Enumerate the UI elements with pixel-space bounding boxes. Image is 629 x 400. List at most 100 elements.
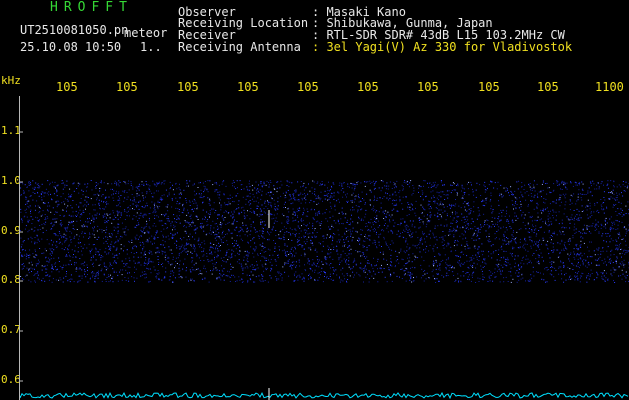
noise-speck	[213, 265, 215, 267]
noise-speck	[302, 214, 304, 216]
noise-speck	[578, 217, 580, 219]
noise-speck	[73, 182, 75, 184]
noise-speck	[395, 250, 397, 252]
noise-speck	[202, 182, 204, 184]
noise-speck	[84, 261, 86, 263]
noise-speck	[514, 215, 516, 217]
noise-speck	[541, 196, 542, 198]
noise-speck	[188, 280, 189, 282]
noise-speck	[590, 225, 592, 227]
noise-speck	[386, 197, 388, 199]
noise-speck	[73, 190, 75, 192]
noise-speck	[480, 265, 482, 267]
noise-speck	[391, 231, 393, 232]
noise-speck	[171, 253, 173, 254]
noise-speck	[55, 246, 57, 248]
noise-speck	[298, 194, 300, 196]
noise-speck	[481, 270, 483, 272]
noise-speck	[313, 263, 315, 265]
noise-speck	[125, 264, 127, 266]
noise-speck	[432, 190, 434, 192]
noise-speck	[311, 264, 313, 266]
noise-speck	[288, 259, 290, 260]
noise-speck	[274, 251, 276, 252]
noise-speck	[469, 264, 471, 266]
y-tick-label: 0.8	[1, 273, 21, 286]
noise-speck	[113, 190, 115, 192]
noise-speck	[176, 244, 177, 246]
noise-speck	[216, 269, 218, 271]
noise-speck	[99, 190, 101, 192]
noise-speck	[221, 269, 223, 271]
noise-speck	[360, 182, 362, 184]
noise-speck	[245, 254, 247, 256]
noise-speck	[400, 232, 401, 234]
noise-speck	[95, 275, 97, 277]
noise-speck	[194, 249, 196, 251]
noise-speck	[527, 205, 529, 207]
noise-speck	[609, 198, 611, 200]
noise-speck	[575, 253, 577, 255]
noise-speck	[159, 220, 161, 222]
noise-speck	[354, 187, 356, 189]
noise-speck	[40, 215, 42, 217]
noise-speck	[73, 220, 74, 222]
noise-speck	[209, 210, 211, 212]
noise-speck	[284, 244, 286, 246]
noise-speck	[200, 223, 202, 225]
noise-speck	[149, 207, 151, 209]
noise-speck	[503, 233, 505, 235]
noise-speck	[400, 218, 402, 220]
noise-speck	[91, 215, 93, 217]
noise-speck	[437, 184, 439, 186]
noise-speck	[533, 196, 535, 198]
noise-speck	[154, 206, 156, 208]
noise-speck	[556, 199, 557, 201]
noise-speck	[338, 184, 340, 186]
noise-speck	[457, 241, 459, 242]
noise-speck	[368, 238, 370, 240]
noise-speck	[138, 208, 140, 210]
noise-speck	[137, 256, 139, 258]
noise-speck	[436, 278, 438, 280]
noise-speck	[375, 233, 377, 235]
noise-speck	[456, 216, 458, 218]
noise-speck	[183, 237, 185, 239]
noise-speck	[561, 227, 563, 229]
noise-speck	[261, 274, 263, 276]
noise-speck	[185, 269, 187, 271]
noise-speck	[319, 272, 321, 274]
noise-speck	[314, 235, 316, 237]
noise-speck	[172, 259, 174, 260]
noise-speck	[508, 243, 510, 245]
noise-speck	[365, 276, 367, 278]
noise-speck	[311, 192, 313, 194]
noise-speck	[449, 205, 451, 206]
noise-speck	[43, 223, 45, 225]
noise-speck	[250, 226, 252, 228]
noise-speck	[462, 227, 464, 229]
noise-speck	[58, 271, 60, 273]
noise-speck	[28, 229, 30, 231]
noise-speck	[466, 241, 468, 243]
noise-speck	[281, 213, 283, 215]
noise-speck	[466, 223, 468, 225]
noise-speck	[37, 277, 39, 279]
noise-speck	[301, 237, 302, 239]
noise-speck	[405, 280, 407, 282]
noise-speck	[402, 259, 404, 261]
noise-speck	[161, 182, 163, 184]
noise-speck	[115, 249, 117, 251]
noise-speck	[312, 228, 313, 229]
noise-speck	[237, 252, 238, 254]
noise-speck	[404, 230, 406, 232]
noise-speck	[472, 266, 474, 268]
noise-speck	[380, 190, 382, 192]
noise-speck	[143, 246, 145, 248]
noise-speck	[486, 197, 488, 199]
noise-speck	[621, 239, 623, 240]
noise-speck	[247, 254, 249, 256]
noise-speck	[466, 210, 468, 212]
noise-speck	[340, 269, 342, 271]
noise-speck	[108, 281, 110, 283]
